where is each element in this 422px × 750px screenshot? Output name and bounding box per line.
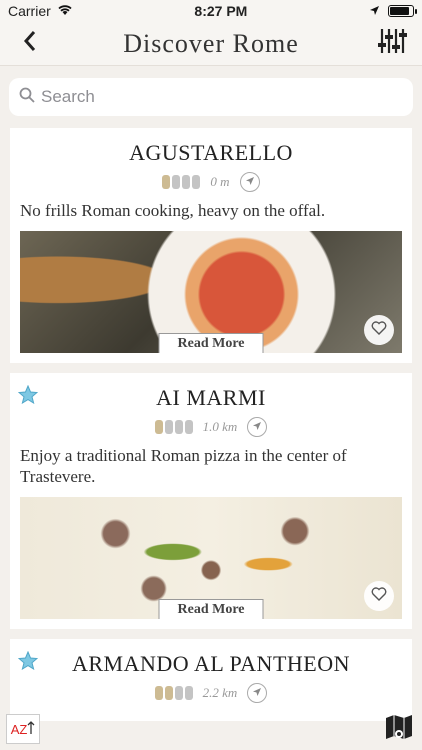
navigation-arrow-icon	[245, 173, 255, 191]
restaurant-name: ARMANDO AL PANTHEON	[71, 651, 350, 676]
price-coin	[184, 686, 193, 700]
chevron-left-icon	[23, 30, 37, 57]
price-level	[154, 420, 193, 434]
price-coin	[174, 420, 183, 434]
map-button[interactable]	[382, 714, 416, 744]
sort-arrow-icon	[27, 720, 35, 738]
price-coin	[162, 175, 171, 189]
restaurant-card[interactable]: ARMANDO AL PANTHEON 2.2 km	[10, 639, 412, 721]
directions-button[interactable]	[247, 683, 268, 703]
map-icon	[384, 712, 414, 747]
nav-bar: Discover Rome	[0, 22, 422, 66]
restaurant-photo: Read More	[20, 497, 402, 619]
price-level	[154, 686, 193, 700]
read-more-button[interactable]: Read More	[158, 333, 264, 353]
restaurant-name: AGUSTARELLO	[129, 140, 293, 165]
favorite-button[interactable]	[364, 581, 394, 611]
heart-icon	[371, 320, 387, 340]
directions-button[interactable]	[239, 172, 260, 192]
search-icon	[19, 87, 35, 108]
wifi-icon	[57, 3, 73, 19]
battery-icon	[387, 5, 417, 17]
price-coin	[154, 686, 163, 700]
price-coin	[192, 175, 201, 189]
status-left: Carrier	[8, 3, 73, 19]
back-button[interactable]	[12, 26, 48, 62]
distance-label: 0 m	[210, 174, 230, 189]
restaurant-description: No frills Roman cooking, heavy on the of…	[20, 201, 326, 220]
favorite-button[interactable]	[364, 315, 394, 345]
restaurant-meta: 2.2 km	[20, 683, 402, 703]
clock: 8:27 PM	[194, 3, 248, 19]
sort-label: AZ	[10, 721, 28, 737]
heart-icon	[371, 586, 387, 606]
price-coin	[164, 420, 173, 434]
restaurant-list: AGUSTARELLO 0 m No frills Roman cooking,…	[0, 124, 422, 721]
price-coin	[154, 420, 163, 434]
page-title: Discover Rome	[123, 28, 299, 58]
restaurant-card[interactable]: AGUSTARELLO 0 m No frills Roman cooking,…	[10, 128, 412, 363]
search-container	[0, 66, 422, 124]
distance-label: 2.2 km	[202, 685, 238, 700]
price-coin	[184, 420, 193, 434]
restaurant-description: Enjoy a traditional Roman pizza in the c…	[20, 446, 347, 486]
carrier-label: Carrier	[8, 3, 51, 19]
price-level	[162, 175, 201, 189]
price-coin	[164, 686, 173, 700]
read-more-button[interactable]: Read More	[158, 599, 264, 619]
battery-level	[389, 7, 409, 15]
navigation-arrow-icon	[252, 418, 262, 436]
search-bar[interactable]	[9, 78, 413, 116]
sort-az-button[interactable]: AZ	[6, 714, 40, 744]
price-coin	[172, 175, 181, 189]
status-right	[369, 3, 417, 19]
navigation-arrow-icon	[252, 684, 262, 702]
sliders-icon	[377, 27, 407, 60]
restaurant-name: AI MARMI	[156, 385, 266, 410]
restaurant-meta: 1.0 km	[20, 417, 402, 437]
restaurant-meta: 0 m	[20, 172, 402, 192]
price-coin	[182, 175, 191, 189]
location-arrow-icon	[369, 3, 380, 19]
star-icon[interactable]	[17, 384, 39, 409]
price-coin	[174, 686, 183, 700]
distance-label: 1.0 km	[202, 419, 238, 434]
restaurant-card[interactable]: AI MARMI 1.0 km Enjoy a traditional Roma…	[10, 373, 412, 629]
filter-button[interactable]	[374, 26, 410, 62]
status-bar: Carrier 8:27 PM	[0, 0, 422, 22]
star-icon[interactable]	[17, 650, 39, 675]
restaurant-photo: Read More	[20, 231, 402, 353]
directions-button[interactable]	[247, 417, 268, 437]
search-input[interactable]	[41, 87, 403, 107]
